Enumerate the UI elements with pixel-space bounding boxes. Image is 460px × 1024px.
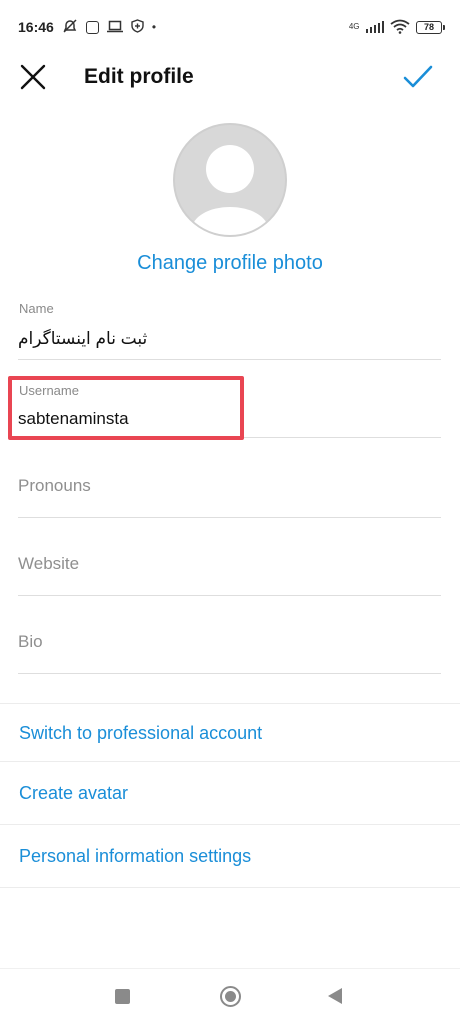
bio-field[interactable]: Bio xyxy=(18,616,441,674)
checkmark-icon xyxy=(403,65,433,88)
website-placeholder: Website xyxy=(18,554,80,573)
laptop-icon xyxy=(106,20,123,35)
username-highlight-box xyxy=(8,376,244,440)
switch-professional-link[interactable]: Switch to professional account xyxy=(19,723,262,744)
more-notifications-dot-icon: • xyxy=(151,20,157,34)
website-field[interactable]: Website xyxy=(18,538,441,596)
save-button[interactable] xyxy=(402,62,434,92)
create-avatar-link[interactable]: Create avatar xyxy=(19,783,128,804)
network-type-label: 4G xyxy=(348,22,360,31)
personal-info-link[interactable]: Personal information settings xyxy=(19,846,251,867)
system-nav-bar xyxy=(0,968,460,1024)
name-value: ثبت نام اینستاگرام xyxy=(18,329,148,348)
back-triangle-icon[interactable] xyxy=(328,988,342,1004)
shield-icon xyxy=(131,19,144,35)
bio-placeholder: Bio xyxy=(18,632,43,651)
link-divider xyxy=(0,887,460,888)
signal-strength-icon xyxy=(365,21,384,33)
status-time: 16:46 xyxy=(18,19,54,35)
status-left: 16:46 • xyxy=(18,19,156,35)
instagram-notification-icon xyxy=(85,20,99,34)
square-icon[interactable] xyxy=(115,989,130,1004)
default-avatar-icon xyxy=(192,145,268,235)
close-button[interactable] xyxy=(18,62,48,92)
status-right: 4G 78 xyxy=(348,19,445,36)
battery-icon: 78 xyxy=(416,20,445,34)
name-label: Name xyxy=(19,301,54,316)
name-field[interactable]: Name ثبت نام اینستاگرام xyxy=(18,298,441,360)
top-app-bar: Edit profile xyxy=(0,56,460,100)
page-title: Edit profile xyxy=(84,65,194,88)
pronouns-placeholder: Pronouns xyxy=(18,476,91,495)
create-avatar-row[interactable]: Create avatar xyxy=(0,761,460,824)
pronouns-field[interactable]: Pronouns xyxy=(18,460,441,518)
change-profile-photo-link[interactable]: Change profile photo xyxy=(0,252,460,275)
personal-info-row[interactable]: Personal information settings xyxy=(0,824,460,887)
muted-notification-icon xyxy=(62,19,78,35)
status-bar: 16:46 • 4G 78 xyxy=(0,0,460,54)
close-icon xyxy=(20,64,46,90)
circle-icon[interactable] xyxy=(220,986,241,1007)
switch-professional-row[interactable]: Switch to professional account xyxy=(0,703,460,761)
wifi-icon xyxy=(390,19,410,36)
profile-photo[interactable] xyxy=(173,123,287,237)
battery-level: 78 xyxy=(423,22,434,32)
